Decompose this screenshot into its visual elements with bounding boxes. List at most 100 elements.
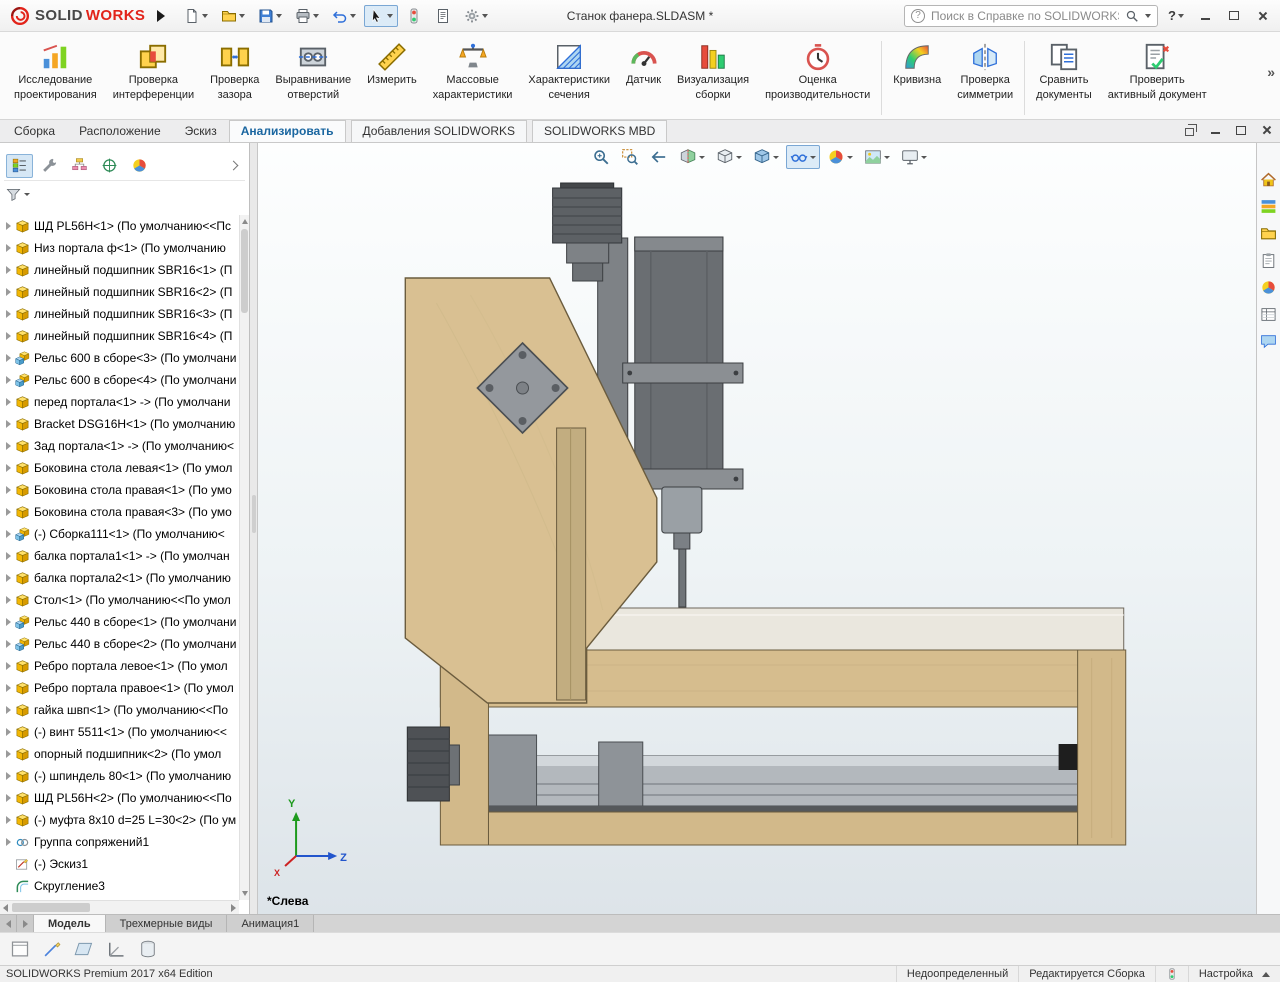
view-orientation-button[interactable] [712,145,746,169]
plane-tool-button[interactable] [74,939,94,959]
search-magnifier-icon[interactable] [1125,9,1139,23]
tree-item[interactable]: линейный подшипник SBR16<3> (П [0,303,239,325]
ribbon-interference-button[interactable]: Проверкаинтерференции [105,37,202,105]
expand-arrow-icon[interactable] [6,838,11,846]
drawing-tool-button[interactable] [10,939,30,959]
display-style-button[interactable] [749,145,783,169]
settings-caret-up-icon[interactable] [1262,972,1270,977]
tree-item[interactable]: перед портала<1> -> (По умолчани [0,391,239,413]
file-properties-button[interactable] [430,5,456,27]
expand-arrow-icon[interactable] [6,816,11,824]
expand-arrow-icon[interactable] [6,486,11,494]
custom-properties-button[interactable] [1260,306,1277,323]
expand-arrow-icon[interactable] [6,574,11,582]
doc-tab[interactable]: Трехмерные виды [106,915,228,932]
ribbon-tab[interactable]: Сборка [2,120,67,142]
zoom-to-fit-button[interactable] [588,145,614,169]
tree-item[interactable]: линейный подшипник SBR16<4> (П [0,325,239,347]
tree-horizontal-scrollbar[interactable] [0,900,239,914]
expand-arrow-icon[interactable] [6,750,11,758]
undo-button[interactable] [327,5,361,27]
scroll-up-arrow-icon[interactable] [242,219,248,224]
solidworks-forum-button[interactable] [1260,333,1277,350]
expand-arrow-icon[interactable] [6,508,11,516]
tree-item[interactable]: Боковина стола левая<1> (По умол [0,457,239,479]
scrollbar-thumb[interactable] [241,229,248,313]
tree-tab-dimxpertmanager[interactable] [96,154,123,178]
tree-item[interactable]: Ребро портала левое<1> (По умол [0,655,239,677]
tab-scroll-left-button[interactable] [0,915,17,932]
tree-item[interactable]: Низ портала ф<1> (По умолчанию [0,237,239,259]
tree-item[interactable]: (-) Эскиз1 [0,853,239,875]
tree-item[interactable]: Боковина стола правая<3> (По умо [0,501,239,523]
ribbon-tab[interactable]: Расположение [67,120,173,142]
expand-arrow-icon[interactable] [6,662,11,670]
ribbon-symmetry-button[interactable]: Проверкасимметрии [949,37,1021,105]
ribbon-measure-button[interactable]: Измерить [359,37,425,105]
apply-scene-button[interactable] [860,145,894,169]
print-document-button[interactable] [290,5,324,27]
section-view-button[interactable] [675,145,709,169]
doc-minimize-button[interactable] [1208,122,1222,138]
panel-expand-chevron-icon[interactable] [229,161,239,171]
view-settings-button[interactable] [897,145,931,169]
doc-tab[interactable]: Модель [34,915,106,932]
rebuild-button[interactable] [401,5,427,27]
help-button[interactable]: ? [1165,6,1187,26]
menu-flyout-arrow-icon[interactable] [157,10,165,22]
expand-arrow-icon[interactable] [6,376,11,384]
tree-item[interactable]: линейный подшипник SBR16<1> (П [0,259,239,281]
tree-tab-displaymanager[interactable] [126,154,153,178]
expand-arrow-icon[interactable] [6,310,11,318]
help-search-box[interactable]: ? Поиск в Справке по SOLIDWORKS [904,5,1158,27]
tree-tab-propertymanager[interactable] [36,154,63,178]
select-button[interactable] [364,5,398,27]
expand-arrow-icon[interactable] [6,552,11,560]
tree-item[interactable]: Стол<1> (По умолчанию<<По умол [0,589,239,611]
expand-arrow-icon[interactable] [6,794,11,802]
ribbon-compare-docs-button[interactable]: Сравнитьдокументы [1028,37,1100,105]
expand-arrow-icon[interactable] [6,288,11,296]
doc-tab[interactable]: Анимация1 [227,915,314,932]
open-document-button[interactable] [216,5,250,27]
expand-arrow-icon[interactable] [6,442,11,450]
tree-item[interactable]: Ребро портала правое<1> (По умол [0,677,239,699]
options-button[interactable] [459,5,493,27]
dropdown-caret-icon[interactable] [847,156,853,159]
dropdown-caret-icon[interactable] [276,14,282,18]
ribbon-curvature-button[interactable]: Кривизна [885,37,949,105]
ribbon-tab[interactable]: Анализировать [229,120,346,142]
ribbon-asm-viz-button[interactable]: Визуализациясборки [669,37,757,105]
sketch-tool-button[interactable] [42,939,62,959]
splitter-grip[interactable] [252,495,256,533]
appearances-scenes-button[interactable] [1260,279,1277,296]
expand-arrow-icon[interactable] [6,420,11,428]
tree-item[interactable]: (-) винт 5511<1> (По умолчанию<< [0,721,239,743]
ribbon-section-props-button[interactable]: Характеристикисечения [520,37,618,105]
axis-tool-button[interactable] [106,939,126,959]
expand-arrow-icon[interactable] [6,772,11,780]
tree-item[interactable]: балка портала2<1> (По умолчанию [0,567,239,589]
tree-item[interactable]: Bracket DSG16H<1> (По умолчанию [0,413,239,435]
expand-arrow-icon[interactable] [6,464,11,472]
tab-scroll-right-button[interactable] [17,915,34,932]
dropdown-caret-icon[interactable] [773,156,779,159]
filter-funnel-icon[interactable] [6,187,21,202]
expand-arrow-icon[interactable] [6,530,11,538]
ribbon-check-doc-button[interactable]: Проверитьактивный документ [1100,37,1215,105]
zoom-to-area-button[interactable] [617,145,643,169]
expand-arrow-icon[interactable] [6,684,11,692]
tree-item[interactable]: балка портала1<1> -> (По умолчан [0,545,239,567]
doc-close-button[interactable] [1260,122,1274,138]
tree-item[interactable]: линейный подшипник SBR16<2> (П [0,281,239,303]
tree-item[interactable]: Боковина стола правая<1> (По умо [0,479,239,501]
dropdown-caret-icon[interactable] [810,156,816,159]
dropdown-caret-icon[interactable] [884,156,890,159]
dropdown-caret-icon[interactable] [921,156,927,159]
ribbon-tab[interactable]: Эскиз [173,120,229,142]
expand-arrow-icon[interactable] [6,596,11,604]
ribbon-design-study-button[interactable]: Исследованиепроектирования [6,37,105,105]
file-explorer-button[interactable] [1260,225,1277,242]
tree-item[interactable]: Группа сопряжений1 [0,831,239,853]
scrollbar-thumb[interactable] [12,903,90,912]
